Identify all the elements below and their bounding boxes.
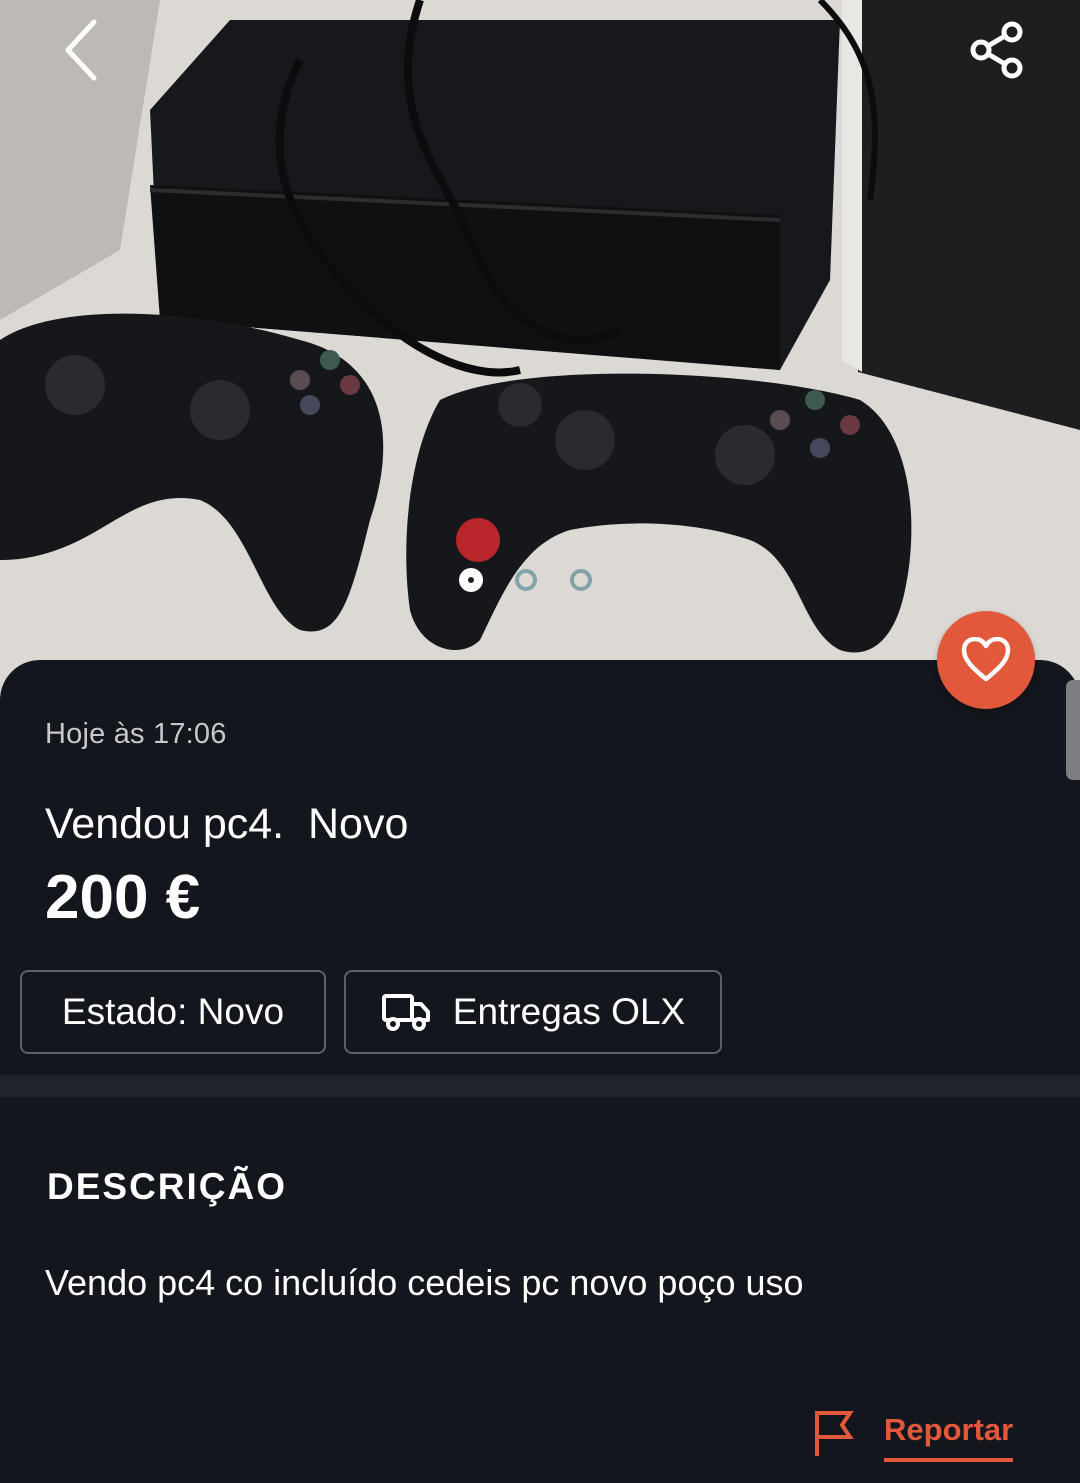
ad-photo-gallery[interactable] [0, 0, 1080, 720]
share-icon [970, 21, 1023, 79]
back-button[interactable] [37, 5, 127, 95]
ad-detail-page: Hoje às 17:06 Vendou pc4. Novo 200 € Est… [0, 0, 1080, 1483]
report-label: Reportar [884, 1408, 1014, 1462]
scrollbar[interactable] [1066, 680, 1080, 780]
state-chip-label: Estado: Novo [61, 991, 285, 1032]
description-heading: DESCRIÇÃO [47, 1166, 288, 1207]
ad-date: Hoje às 17:06 [45, 718, 227, 750]
ad-title: Vendou pc4. Novo [45, 800, 409, 848]
chevron-left-icon [65, 19, 97, 81]
favorite-button[interactable] [937, 611, 1035, 709]
share-button[interactable] [952, 5, 1042, 95]
truck-icon [381, 994, 430, 1031]
gallery-dot-2[interactable] [515, 569, 537, 591]
section-divider [0, 1075, 1080, 1097]
description-text: Vendo pc4 co incluído cedeis pc novo poç… [45, 1262, 804, 1303]
report-button[interactable]: Reportar [812, 1408, 1014, 1470]
state-chip: Estado: Novo [20, 970, 326, 1054]
delivery-chip-label: Entregas OLX [452, 991, 686, 1032]
heart-icon [961, 637, 1011, 682]
gallery-pagination [0, 568, 1080, 592]
ad-price: 200 € [45, 863, 201, 932]
gallery-dot-1[interactable] [459, 568, 483, 592]
gallery-dot-3[interactable] [570, 569, 592, 591]
ad-photo [0, 0, 1080, 720]
flag-icon [815, 1411, 854, 1456]
ad-details-card [0, 660, 1080, 1483]
delivery-chip[interactable]: Entregas OLX [344, 970, 722, 1054]
